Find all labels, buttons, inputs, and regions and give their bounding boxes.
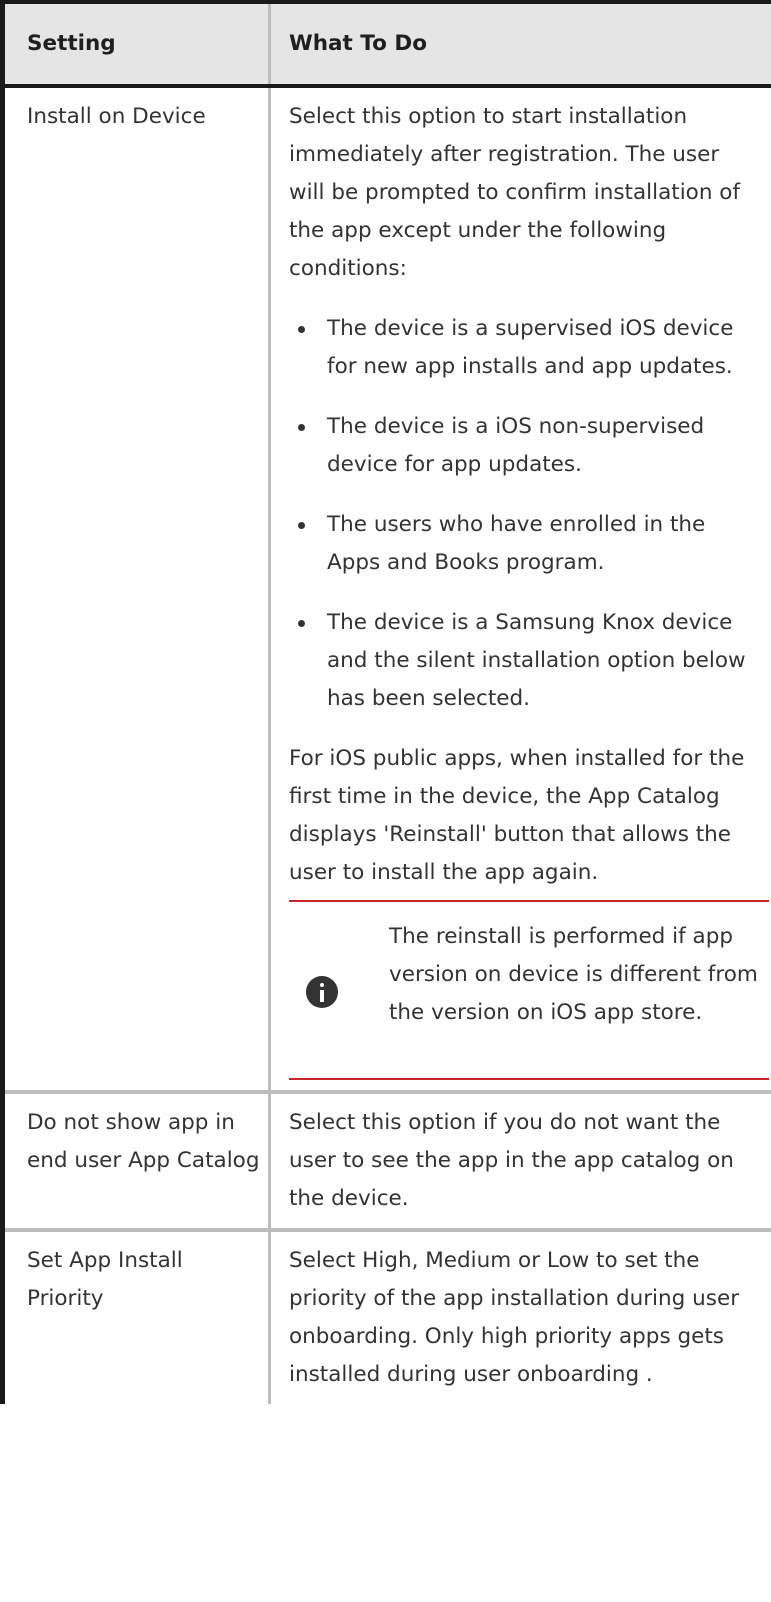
intro-paragraph: Select this option to start installation… xyxy=(289,104,741,281)
bullet-dot xyxy=(298,620,305,627)
bullet-dot xyxy=(298,424,305,431)
table-row: Install on Device Select this option to … xyxy=(0,86,771,1094)
document-page: Setting What To Do Install on Device Sel… xyxy=(0,0,771,1602)
setting-description: Select this option if you do not want th… xyxy=(269,1092,771,1232)
list-item: The device is a supervised iOS device fo… xyxy=(289,310,753,386)
list-item-text: The device is a Samsung Knox device and … xyxy=(327,610,746,711)
list-item: The users who have enrolled in the Apps … xyxy=(289,506,753,582)
settings-table: Setting What To Do Install on Device Sel… xyxy=(0,0,771,1404)
table-row: Do not show app in end user App Catalog … xyxy=(0,1092,771,1232)
info-note: The reinstall is performed if app versio… xyxy=(289,900,769,1080)
setting-description: Select this option to start installation… xyxy=(269,86,771,1094)
conditions-list: The device is a supervised iOS device fo… xyxy=(289,310,753,718)
setting-name: Install on Device xyxy=(0,86,271,1094)
list-item-text: The device is a iOS non-supervised devic… xyxy=(327,414,705,477)
list-item-text: The users who have enrolled in the Apps … xyxy=(327,512,706,575)
table-header-row: Setting What To Do xyxy=(0,0,771,88)
followup-paragraph: For iOS public apps, when installed for … xyxy=(289,746,745,885)
header-setting: Setting xyxy=(0,0,271,88)
header-what-to-do: What To Do xyxy=(269,0,771,88)
list-item: The device is a Samsung Knox device and … xyxy=(289,604,753,718)
list-item: The device is a iOS non-supervised devic… xyxy=(289,408,753,484)
info-icon xyxy=(306,976,338,1008)
list-item-text: The device is a supervised iOS device fo… xyxy=(327,316,734,379)
setting-name: Do not show app in end user App Catalog xyxy=(0,1092,271,1232)
note-text: The reinstall is performed if app versio… xyxy=(389,924,758,1025)
bullet-dot xyxy=(298,522,305,529)
table-row: Set App Install Priority Select High, Me… xyxy=(0,1230,771,1404)
setting-description: Select High, Medium or Low to set the pr… xyxy=(269,1230,771,1404)
setting-name: Set App Install Priority xyxy=(0,1230,271,1404)
bullet-dot xyxy=(298,326,305,333)
